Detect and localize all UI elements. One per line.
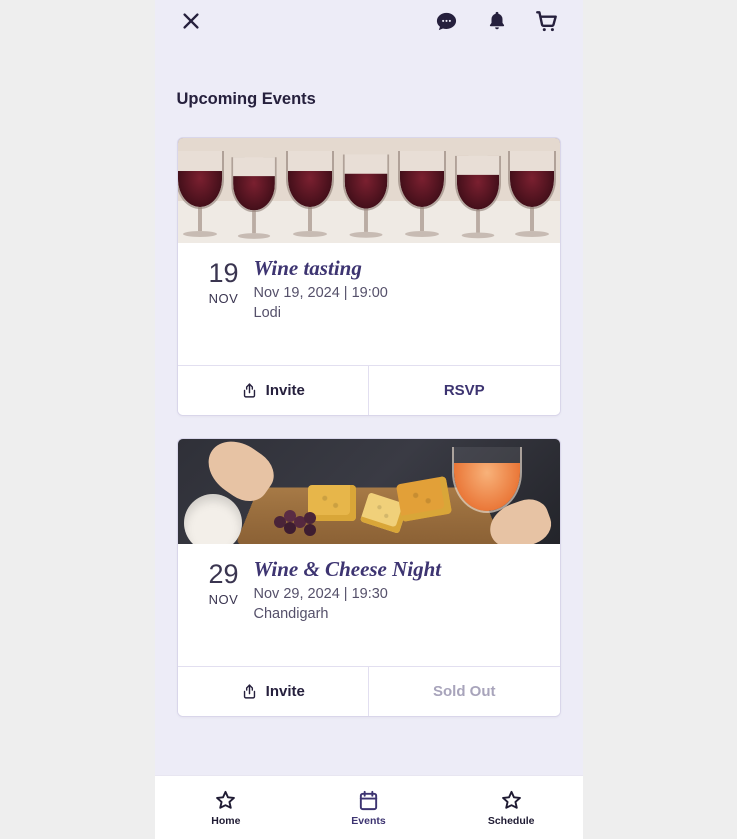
nav-home[interactable]: Home	[155, 776, 298, 839]
star-icon	[500, 789, 523, 812]
close-icon	[180, 10, 202, 32]
nav-events[interactable]: Events	[297, 776, 440, 839]
invite-label: Invite	[266, 382, 305, 399]
event-day: 29	[196, 560, 252, 590]
event-title: Wine & Cheese Night	[254, 558, 542, 581]
invite-label: Invite	[266, 683, 305, 700]
chat-button[interactable]	[425, 1, 469, 41]
nav-label: Home	[211, 815, 240, 827]
nav-schedule[interactable]: Schedule	[440, 776, 583, 839]
cart-button[interactable]	[525, 1, 569, 41]
event-location: Chandigarh	[254, 605, 542, 625]
calendar-icon	[357, 789, 380, 812]
invite-button[interactable]: Invite	[178, 667, 369, 716]
bell-icon	[486, 10, 508, 32]
section-title: Upcoming Events	[177, 90, 561, 109]
event-month: NOV	[196, 291, 252, 306]
event-datetime: Nov 29, 2024 | 19:30	[254, 585, 542, 605]
top-bar	[155, 0, 583, 42]
cta-label: Sold Out	[433, 683, 496, 700]
event-actions: Invite Sold Out	[178, 666, 560, 716]
soldout-button: Sold Out	[368, 667, 560, 716]
nav-label: Events	[351, 815, 385, 827]
chat-icon	[435, 10, 458, 33]
star-icon	[214, 789, 237, 812]
share-icon	[241, 683, 258, 700]
bottom-nav: Home Events Schedule	[155, 775, 583, 839]
event-day: 19	[196, 259, 252, 289]
event-card[interactable]: 19 NOV Wine tasting Nov 19, 2024 | 19:00…	[177, 137, 561, 416]
event-actions: Invite RSVP	[178, 365, 560, 415]
close-button[interactable]	[169, 1, 213, 41]
app-viewport: Upcoming Events 19 NOV Wine tasting	[155, 0, 583, 839]
content-scroll[interactable]: Upcoming Events 19 NOV Wine tasting	[155, 42, 583, 775]
notifications-button[interactable]	[475, 1, 519, 41]
cart-icon	[534, 8, 560, 34]
rsvp-button[interactable]: RSVP	[368, 366, 560, 415]
event-date: 19 NOV	[196, 257, 252, 343]
event-body: 29 NOV Wine & Cheese Night Nov 29, 2024 …	[178, 544, 560, 666]
event-card[interactable]: 29 NOV Wine & Cheese Night Nov 29, 2024 …	[177, 438, 561, 717]
event-location: Lodi	[254, 304, 542, 324]
event-info: Wine tasting Nov 19, 2024 | 19:00 Lodi	[252, 257, 542, 343]
invite-button[interactable]: Invite	[178, 366, 369, 415]
share-icon	[241, 382, 258, 399]
event-image	[178, 439, 560, 544]
cta-label: RSVP	[444, 382, 485, 399]
event-date: 29 NOV	[196, 558, 252, 644]
event-month: NOV	[196, 592, 252, 607]
event-title: Wine tasting	[254, 257, 542, 280]
nav-label: Schedule	[488, 815, 535, 827]
event-body: 19 NOV Wine tasting Nov 19, 2024 | 19:00…	[178, 243, 560, 365]
event-info: Wine & Cheese Night Nov 29, 2024 | 19:30…	[252, 558, 542, 644]
event-image	[178, 138, 560, 243]
event-datetime: Nov 19, 2024 | 19:00	[254, 284, 542, 304]
